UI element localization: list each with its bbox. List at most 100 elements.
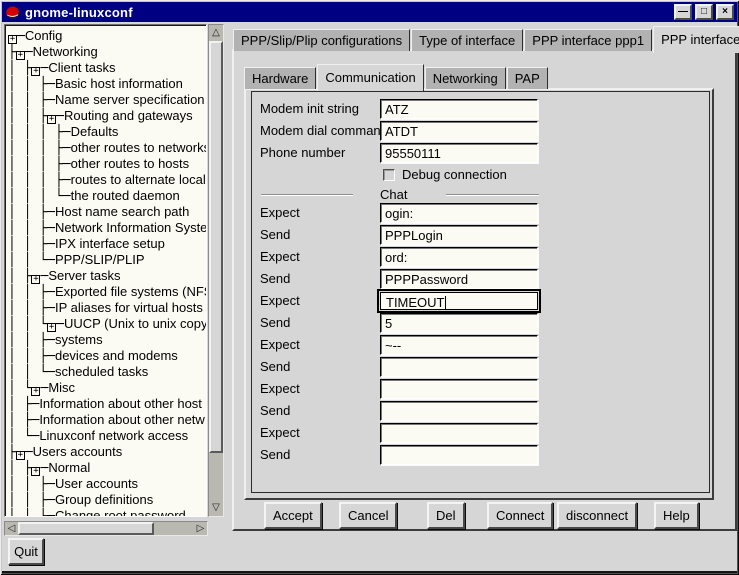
tree-item[interactable]: │ │ └─scheduled tasks [8,364,206,380]
close-button[interactable]: × [716,4,734,20]
inner-tab[interactable]: PAP [507,67,548,89]
chat-row: ExpectTIMEOUT [252,291,709,311]
tree-lines: │ │ ├─ [8,285,55,300]
tree-item[interactable]: │ │ ├─Host name search path [8,204,206,220]
tree-item[interactable]: │ │ ├─Change root password [8,508,206,517]
tree-item-label: PPP/SLIP/PLIP [55,252,145,267]
quit-button[interactable]: Quit [8,538,44,565]
tree-expander-icon[interactable]: + [16,51,25,60]
tree-lines: │ └─ [8,429,39,444]
tree-item[interactable]: │ │ └+─UUCP (Unix to unix copy) [8,316,206,332]
tree-item[interactable]: │ ├─Information about other netw [8,412,206,428]
chat-expect-input[interactable] [380,423,538,443]
tree-item[interactable]: │ │ ├─Exported file systems (NFS) [8,284,206,300]
chat-expect-input[interactable]: TIMEOUT [377,289,541,313]
chat-send-input[interactable] [380,357,538,377]
chat-expect-input[interactable] [380,379,538,399]
tree-item-label: Basic host information [55,76,183,91]
disconnect-button[interactable]: disconnect [557,502,637,529]
modem-dial-command-input[interactable]: ATDT [380,121,538,141]
tree-expander-icon[interactable]: + [47,323,56,332]
chat-send-input[interactable]: PPPPassword [380,269,538,289]
chat-row-label: Expect [260,335,300,355]
chat-expect-input[interactable]: ~-- [380,335,538,355]
tree-lines: │ │ └ [8,317,47,332]
tree-item[interactable]: │ │ ├─Name server specification ( [8,92,206,108]
top-tab[interactable]: PPP interface ppp1 [524,29,652,51]
inner-tab[interactable]: Networking [425,67,506,89]
tree-vertical-scrollbar[interactable]: △ ▽ [208,24,224,517]
tree-horizontal-scrollbar[interactable]: ◁ ▷ [4,521,208,536]
top-tab[interactable]: PPP/Slip/Plip configurations [233,29,410,51]
top-tab[interactable]: PPP interface ppp1 [653,26,739,53]
tree-item[interactable]: │ │ ├+─Routing and gateways [8,108,206,124]
tree-expander-icon[interactable]: + [8,35,17,44]
tree-item[interactable]: │ │ ├─Group definitions [8,492,206,508]
tree-item[interactable]: ├+─Users accounts [8,444,206,460]
tree-item[interactable]: │ └+─Misc [8,380,206,396]
tree-item[interactable]: +─Config [8,28,206,44]
inner-tab[interactable]: Communication [317,64,423,91]
phone-number-input[interactable]: 95550111 [380,143,538,163]
tree-item[interactable]: │ ├+─Normal [8,460,206,476]
scroll-right-icon[interactable]: ▷ [194,522,207,535]
horizontal-scrollbar-thumb[interactable] [18,522,154,535]
chat-send-input[interactable] [380,401,538,421]
tree-item[interactable]: │ │ │ ├─routes to alternate local ne [8,172,206,188]
tree-item[interactable]: │ │ │ ├─other routes to networks [8,140,206,156]
tree-item[interactable]: ├+─Networking [8,44,206,60]
help-button[interactable]: Help [654,502,699,529]
chat-send-input[interactable] [380,445,538,465]
tree-item-label: UUCP (Unix to unix copy) [64,316,207,331]
text-cursor [445,296,446,309]
chat-row-label: Expect [260,423,300,443]
top-tab[interactable]: Type of interface [411,29,523,51]
del-button[interactable]: Del [427,502,465,529]
tree-item[interactable]: │ │ │ └─the routed daemon [8,188,206,204]
tree-item[interactable]: │ └─Linuxconf network access [8,428,206,444]
tree-expander-icon[interactable]: + [16,451,25,460]
cancel-button[interactable]: Cancel [339,502,397,529]
chat-row: Send5 [252,313,709,333]
chat-expect-input[interactable]: ord: [380,247,538,267]
tree-item[interactable]: │ │ │ ├─other routes to hosts [8,156,206,172]
tree-item[interactable]: │ │ ├─IP aliases for virtual hosts [8,300,206,316]
maximize-button[interactable]: □ [695,4,713,20]
tree-lines: ─ [25,45,33,60]
tree-item[interactable]: │ │ ├─systems [8,332,206,348]
chat-expect-input[interactable]: ogin: [380,203,538,223]
tree-lines: ─ [17,29,25,44]
tree-item[interactable]: │ ├─Information about other host [8,396,206,412]
tree-item[interactable]: │ │ ├─Basic host information [8,76,206,92]
tree-item[interactable]: │ │ ├─Network Information System [8,220,206,236]
tree-lines: ─ [56,109,64,124]
accept-button[interactable]: Accept [264,502,322,529]
tree-item[interactable]: │ ├+─Server tasks [8,268,206,284]
chat-row-label: Send [260,269,290,289]
inner-tab[interactable]: Hardware [244,67,316,89]
tree-item-label: Information about other netw [39,412,205,427]
titlebar: gnome-linuxconf —□× [2,2,737,22]
scroll-left-icon[interactable]: ◁ [5,522,18,535]
scroll-up-icon[interactable]: △ [209,26,223,40]
chat-send-input[interactable]: PPPLogin [380,225,538,245]
minimize-button[interactable]: — [674,4,692,20]
tree-item[interactable]: │ │ ├─User accounts [8,476,206,492]
tree-item[interactable]: │ │ │ ├─Defaults [8,124,206,140]
tree-lines: │ └ [8,381,31,396]
connect-button[interactable]: Connect [487,502,553,529]
tree-item[interactable]: │ │ └─PPP/SLIP/PLIP [8,252,206,268]
scroll-down-icon[interactable]: ▽ [209,501,223,515]
tree-item[interactable]: │ ├+─Client tasks [8,60,206,76]
vertical-scrollbar-thumb[interactable] [209,41,223,453]
tree-item[interactable]: │ │ ├─devices and modems [8,348,206,364]
tree-item[interactable]: │ │ ├─IPX interface setup [8,236,206,252]
separator-line [261,194,353,196]
tree-lines: │ ├─ [8,397,39,412]
chat-send-input[interactable]: 5 [380,313,538,333]
tree-expander-icon[interactable]: + [47,115,56,124]
tree-lines: │ │ ├─ [8,205,55,220]
debug-connection-checkbox[interactable] [383,169,395,181]
modem-init-string-input[interactable]: ATZ [380,99,538,119]
tree-lines: ─ [56,317,64,332]
